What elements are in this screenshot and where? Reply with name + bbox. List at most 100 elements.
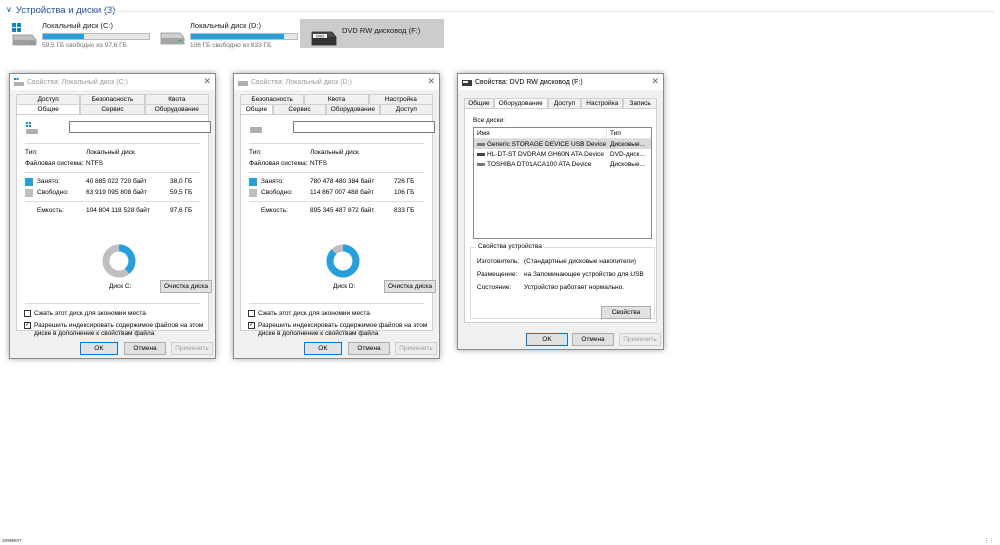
used-bytes: 40 885 022 720 байт bbox=[86, 178, 147, 185]
apply-button[interactable]: Применить bbox=[619, 333, 661, 346]
drive-tile-d[interactable]: Локальный диск (D:) 106 ГБ свободно из 8… bbox=[158, 19, 298, 49]
close-icon[interactable]: ✕ bbox=[427, 76, 435, 87]
used-label: Занято: bbox=[261, 178, 284, 185]
compress-label: Сжать этот диск для экономии места bbox=[34, 310, 146, 317]
drive-name-c: Локальный диск (C:) bbox=[42, 21, 113, 30]
dialog-title: Свойства: Локальный диск (C:) bbox=[27, 78, 128, 86]
compress-checkbox[interactable] bbox=[248, 310, 255, 317]
drive-tile-c[interactable]: Локальный диск (C:) 59,5 ГБ свободно из … bbox=[10, 19, 156, 49]
dialog-titlebar[interactable]: Свойства: DVD RW дисковод (F:) ✕ bbox=[458, 74, 663, 90]
ok-button[interactable]: OK bbox=[80, 342, 118, 355]
tab-access[interactable]: Доступ bbox=[16, 94, 81, 104]
drive-name-d: Локальный диск (D:) bbox=[190, 21, 261, 30]
apply-button[interactable]: Применить bbox=[395, 342, 437, 355]
disk-device-icon bbox=[477, 162, 485, 166]
tab-tools[interactable]: Сервис bbox=[80, 104, 145, 114]
column-header-type[interactable]: Тип bbox=[607, 128, 651, 138]
tab-hardware[interactable]: Оборудование bbox=[144, 104, 209, 114]
tab-record[interactable]: Запись bbox=[623, 98, 657, 108]
drive-icon bbox=[249, 121, 263, 137]
tab-quota[interactable]: Квота bbox=[144, 94, 209, 104]
capacity-gb: 97,6 ГБ bbox=[170, 207, 193, 214]
device-row[interactable]: Generic STORAGE DEVICE USB Device Дисков… bbox=[474, 139, 651, 149]
index-option[interactable]: ✓ Разрешить индексировать содержимое фай… bbox=[248, 322, 428, 338]
tab-access[interactable]: Доступ bbox=[547, 98, 582, 108]
device-list[interactable]: Имя Тип Generic STORAGE DEVICE USB Devic… bbox=[473, 127, 652, 239]
tab-access[interactable]: Доступ bbox=[379, 104, 433, 114]
tab-hardware[interactable]: Оборудование bbox=[326, 104, 380, 114]
tab-hardware[interactable]: Оборудование bbox=[493, 98, 548, 108]
index-label: Разрешить индексировать содержимое файло… bbox=[34, 322, 204, 337]
drive-label-input[interactable] bbox=[69, 121, 211, 133]
close-icon[interactable]: ✕ bbox=[203, 76, 211, 87]
tab-customize[interactable]: Настройка bbox=[368, 94, 433, 104]
drive-usage-bar-c bbox=[42, 33, 150, 40]
disk-cleanup-button[interactable]: Очистка диска bbox=[384, 280, 436, 293]
tab-general[interactable]: Общие bbox=[16, 104, 81, 114]
free-label: Свободно: bbox=[261, 189, 293, 196]
index-option[interactable]: ✓ Разрешить индексировать содержимое фай… bbox=[24, 322, 204, 338]
windows-drive-icon bbox=[10, 19, 38, 47]
ok-button[interactable]: OK bbox=[526, 333, 568, 346]
tab-security[interactable]: Безопасность bbox=[80, 94, 145, 104]
drive-free-c: 59,5 ГБ свободно из 97,6 ГБ bbox=[42, 42, 127, 49]
index-checkbox[interactable]: ✓ bbox=[248, 322, 255, 329]
tab-general[interactable]: Общие bbox=[464, 98, 494, 108]
ok-button[interactable]: OK bbox=[304, 342, 342, 355]
tab-customize[interactable]: Настройка bbox=[581, 98, 624, 108]
free-bytes: 63 919 095 808 байт bbox=[86, 189, 147, 196]
status-label: Состояние: bbox=[477, 284, 512, 291]
type-label: Тип: bbox=[25, 149, 38, 156]
all-disks-label: Все диски: bbox=[473, 117, 505, 124]
properties-dialog-f: Свойства: DVD RW дисковод (F:) ✕ Общие О… bbox=[457, 73, 664, 350]
free-gb: 59,5 ГБ bbox=[170, 189, 193, 196]
filesystem-value: NTFS bbox=[86, 160, 103, 167]
tab-general[interactable]: Общие bbox=[240, 104, 273, 114]
compress-option[interactable]: Сжать этот диск для экономии места bbox=[248, 310, 370, 318]
drive-usage-bar-d bbox=[190, 33, 298, 40]
device-properties-group: Свойства устройства Изготовитель: (Станд… bbox=[470, 243, 655, 319]
apply-button[interactable]: Применить bbox=[171, 342, 213, 355]
properties-dialog-c: Свойства: Локальный диск (C:) ✕ Доступ Б… bbox=[9, 73, 216, 359]
column-header-name[interactable]: Имя bbox=[474, 128, 607, 138]
dialog-titlebar[interactable]: Свойства: Локальный диск (D:) ✕ bbox=[234, 74, 439, 90]
cancel-button[interactable]: Отмена bbox=[572, 333, 614, 346]
disk-cleanup-button[interactable]: Очистка диска bbox=[160, 280, 212, 293]
device-row[interactable]: TOSHIBA DT01ACA100 ATA Device Дисковые..… bbox=[474, 159, 651, 169]
device-row[interactable]: HL-DT-ST DVDRAM GH60N ATA Device DVD-дис… bbox=[474, 149, 651, 159]
properties-button[interactable]: Свойства bbox=[601, 306, 651, 319]
drive-label-input[interactable] bbox=[293, 121, 435, 133]
index-label: Разрешить индексировать содержимое файло… bbox=[258, 322, 428, 337]
close-icon[interactable]: ✕ bbox=[651, 76, 659, 87]
tab-panel-general: Тип: Локальный диск Файловая система: NT… bbox=[16, 114, 212, 337]
disk-label: Диск D: bbox=[333, 283, 356, 290]
used-label: Занято: bbox=[37, 178, 60, 185]
tab-quota[interactable]: Квота bbox=[304, 94, 369, 104]
tab-tools[interactable]: Сервис bbox=[272, 104, 327, 114]
compress-checkbox[interactable] bbox=[24, 310, 31, 317]
disk-usage-donut bbox=[102, 244, 136, 278]
drive-name-f: DVD RW дисковод (F:) bbox=[342, 26, 421, 35]
drive-free-d: 106 ГБ свободно из 833 ГБ bbox=[190, 42, 272, 49]
used-gb: 726 ГБ bbox=[394, 178, 415, 185]
section-divider bbox=[104, 11, 994, 12]
filesystem-label: Файловая система: bbox=[25, 160, 84, 167]
drive-tile-f[interactable]: DVD DVD RW дисковод (F:) bbox=[300, 19, 444, 48]
capacity-label: Емкость: bbox=[261, 207, 288, 214]
cancel-button[interactable]: Отмена bbox=[348, 342, 390, 355]
dialog-titlebar[interactable]: Свойства: Локальный диск (C:) ✕ bbox=[10, 74, 215, 90]
view-toggle-icon[interactable]: ⋮⋮ bbox=[984, 538, 994, 544]
compress-label: Сжать этот диск для экономии места bbox=[258, 310, 370, 317]
device-properties-title: Свойства устройства bbox=[476, 243, 544, 250]
index-checkbox[interactable]: ✓ bbox=[24, 322, 31, 329]
compress-option[interactable]: Сжать этот диск для экономии места bbox=[24, 310, 146, 318]
devices-section-header[interactable]: ∨ Устройства и диски (3) bbox=[6, 5, 115, 16]
free-label: Свободно: bbox=[37, 189, 69, 196]
status-bar-text: элемент bbox=[2, 538, 22, 544]
device-type: DVD-диск... bbox=[610, 150, 645, 158]
dialog-title: Свойства: DVD RW дисковод (F:) bbox=[475, 78, 583, 86]
cancel-button[interactable]: Отмена bbox=[124, 342, 166, 355]
filesystem-label: Файловая система: bbox=[249, 160, 308, 167]
tab-security[interactable]: Безопасность bbox=[240, 94, 305, 104]
disk-usage-donut bbox=[326, 244, 360, 278]
